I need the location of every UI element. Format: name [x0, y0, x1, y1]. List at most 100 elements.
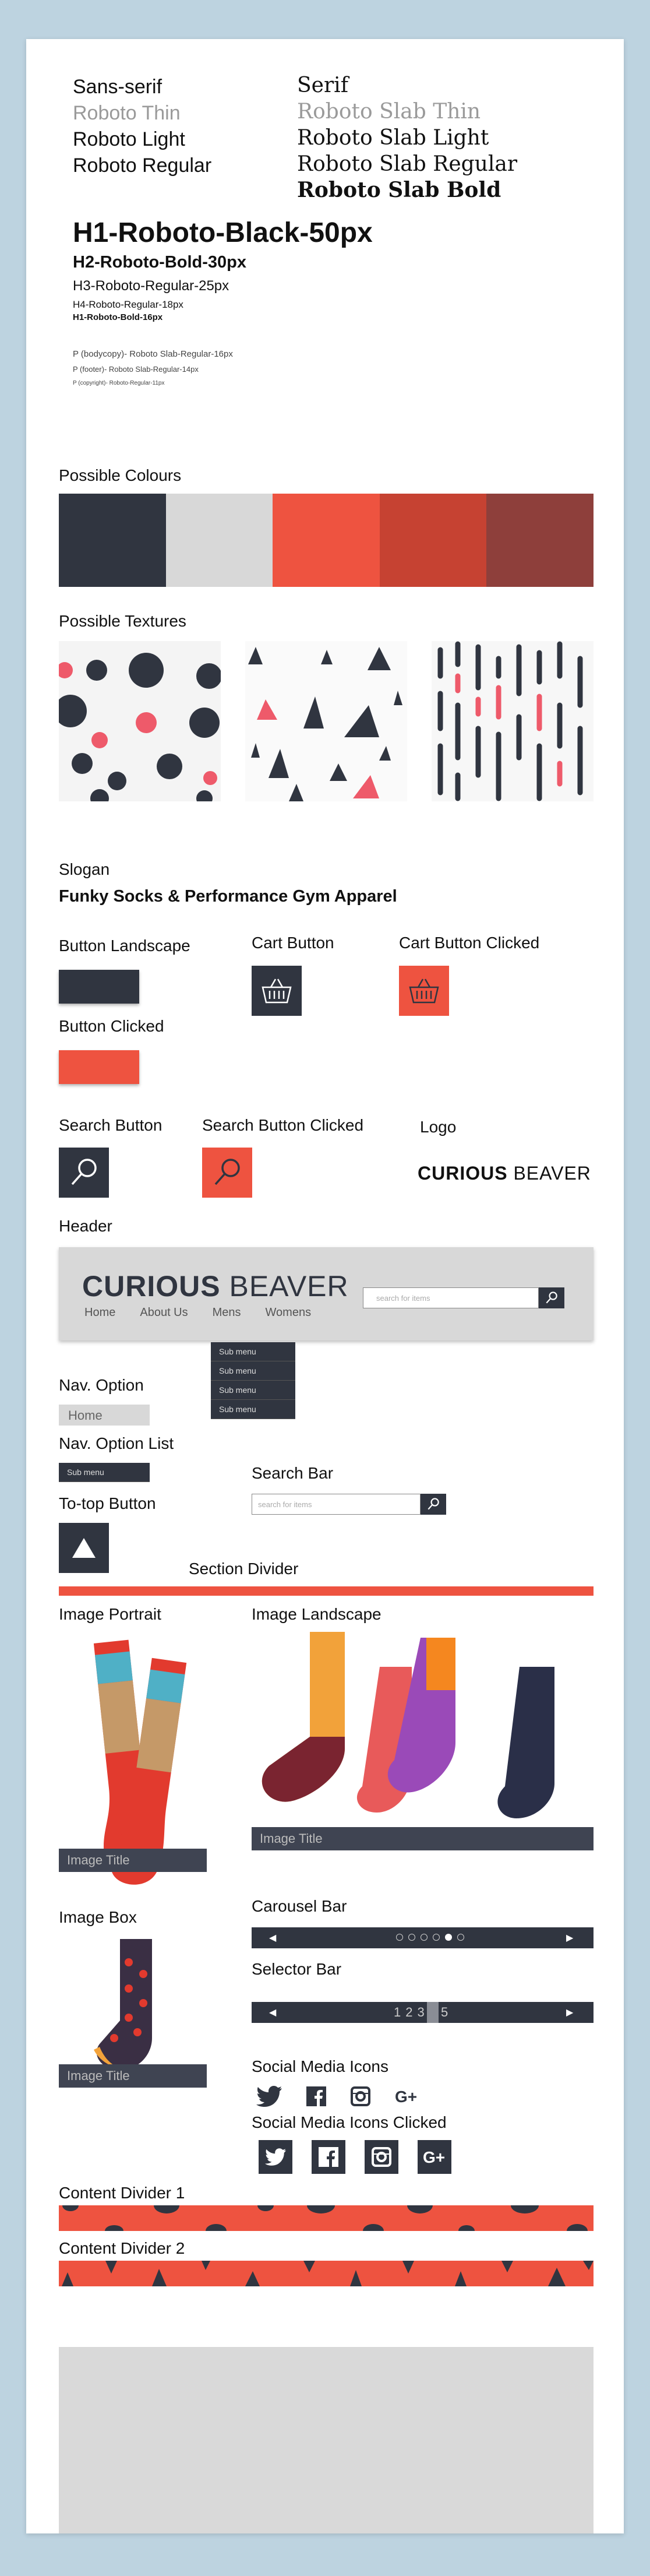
content-divider-2 [59, 2261, 594, 2286]
nav-option-list-label: Nav. Option List [59, 1434, 174, 1452]
social-icons-clicked-label: Social Media Icons Clicked [252, 2113, 447, 2131]
selector-bar-label: Selector Bar [252, 1960, 342, 1978]
p-body-sample: P (bodycopy)- Roboto Slab-Regular-16px [73, 349, 233, 359]
colours-label: Possible Colours [59, 466, 182, 484]
submenu-item[interactable]: Sub menu [211, 1361, 295, 1381]
twitter-icon[interactable] [256, 2086, 282, 2107]
search-bar-input[interactable]: search for items [252, 1494, 421, 1515]
h4-sample: H4-Roboto-Regular-18px [73, 299, 183, 310]
selector-next-icon[interactable]: ▶ [566, 2007, 573, 2018]
facebook-icon-clicked[interactable] [312, 2140, 345, 2174]
dot-texture [59, 641, 221, 801]
carousel-next-icon[interactable]: ▶ [566, 1932, 573, 1944]
submenu-item[interactable]: Sub menu [211, 1381, 295, 1400]
to-top-label: To-top Button [59, 1494, 156, 1512]
sans-heading: Sans-serif [73, 76, 162, 98]
colour-swatches [59, 494, 594, 587]
svg-text:G+: G+ [395, 2088, 417, 2105]
instagram-icon[interactable] [351, 2086, 370, 2106]
textures-label: Possible Textures [59, 612, 186, 630]
serif-thin-sample: Roboto Slab Thin [297, 100, 481, 124]
button-clicked-label: Button Clicked [59, 1017, 164, 1035]
magnifier-icon [214, 1159, 240, 1185]
sans-regular-sample: Roboto Regular [73, 154, 212, 177]
serif-samples: Serif Roboto Slab Thin Roboto Slab Light… [297, 72, 517, 203]
logo: CURIOUS BEAVER [418, 1163, 591, 1184]
magnifier-icon [546, 1291, 557, 1304]
twitter-icon-clicked[interactable] [259, 2140, 292, 2174]
search-button-label: Search Button [59, 1116, 162, 1134]
social-icons-clicked: G+ [259, 2140, 451, 2174]
nav-link[interactable]: Mens [213, 1306, 241, 1319]
header-preview: CURIOUS BEAVER Home About Us Mens Womens se… [59, 1247, 594, 1340]
header-logo[interactable]: CURIOUS BEAVER [82, 1269, 349, 1303]
selector-bar: ◀ 12345 ▶ [252, 2002, 594, 2023]
search-button[interactable] [59, 1148, 109, 1198]
logo-bold: CURIOUS [418, 1163, 508, 1184]
social-icons-label: Social Media Icons [252, 2057, 389, 2075]
header-logo-light: BEAVER [229, 1270, 349, 1303]
search-button-clicked-label: Search Button Clicked [202, 1116, 364, 1134]
nav-link[interactable]: About Us [140, 1306, 188, 1319]
carousel-bar-label: Carousel Bar [252, 1897, 347, 1915]
cart-button-label: Cart Button [252, 934, 334, 952]
carousel-dot[interactable] [408, 1934, 415, 1941]
selector-page[interactable]: 1 [391, 2002, 403, 2023]
p-footer-sample: P (footer)- Roboto Slab-Regular-14px [73, 365, 199, 374]
carousel-dot[interactable] [457, 1934, 464, 1941]
footer-placeholder [59, 2347, 594, 2533]
colour-swatch [59, 494, 166, 587]
h3-sample: H3-Roboto-Regular-25px [73, 278, 229, 294]
selector-page-active[interactable]: 4 [426, 2002, 439, 2023]
slogan-text: Funky Socks & Performance Gym Apparel [59, 887, 397, 906]
serif-heading: Serif [297, 73, 349, 97]
image-box-label: Image Box [59, 1908, 137, 1926]
nav-option-home[interactable]: Home [59, 1405, 150, 1426]
selector-prev-icon[interactable]: ◀ [269, 2007, 276, 2018]
submenu-item[interactable]: Sub menu [211, 1400, 295, 1419]
selector-pages: 12345 [391, 2002, 450, 2023]
search-button-clicked[interactable] [202, 1148, 252, 1198]
button-landscape-label: Button Landscape [59, 937, 190, 955]
cart-button[interactable] [252, 966, 302, 1016]
submenu-dropdown: Sub menu Sub menu Sub menu Sub menu [211, 1342, 295, 1419]
h2-sample: H2-Roboto-Bold-30px [73, 253, 247, 272]
sans-serif-samples: Sans-serif Roboto Thin Roboto Light Robo… [73, 74, 211, 179]
header-search-button[interactable] [539, 1287, 564, 1308]
image-portrait-label: Image Portrait [59, 1605, 161, 1623]
nav-option-list-item[interactable]: Sub menu [59, 1463, 150, 1482]
landscape-image-title: Image Title [252, 1827, 594, 1850]
selector-page[interactable]: 2 [403, 2002, 415, 2023]
nav-link[interactable]: Womens [266, 1306, 312, 1319]
search-bar-button[interactable] [421, 1494, 446, 1515]
landscape-socks-image [252, 1632, 594, 1821]
carousel-prev-icon[interactable]: ◀ [269, 1932, 276, 1944]
nav-link[interactable]: Home [84, 1306, 115, 1319]
facebook-icon[interactable] [306, 2086, 326, 2106]
google-plus-icon[interactable]: G+ [395, 2088, 418, 2105]
box-image-title: Image Title [59, 2064, 207, 2088]
cart-button-clicked[interactable] [399, 966, 449, 1016]
search-bar-label: Search Bar [252, 1464, 334, 1482]
carousel-dot[interactable] [433, 1934, 440, 1941]
header-search-input[interactable]: search for items [363, 1287, 539, 1308]
colour-swatch [379, 494, 487, 587]
sans-thin-sample: Roboto Thin [73, 102, 181, 124]
logo-label: Logo [420, 1118, 457, 1136]
carousel-dot-active[interactable] [445, 1934, 452, 1941]
to-top-button[interactable] [59, 1523, 109, 1573]
selector-page[interactable]: 3 [415, 2002, 427, 2023]
section-divider-label: Section Divider [189, 1560, 299, 1578]
google-plus-icon-clicked[interactable]: G+ [418, 2140, 451, 2174]
submenu-item[interactable]: Sub menu [211, 1342, 295, 1361]
clicked-button[interactable] [59, 1050, 139, 1084]
nav-option-label: Nav. Option [59, 1376, 144, 1394]
content-divider-1 [59, 2205, 594, 2231]
selector-page[interactable]: 5 [439, 2002, 450, 2023]
instagram-icon-clicked[interactable] [365, 2140, 398, 2174]
carousel-dot[interactable] [396, 1934, 403, 1941]
carousel-dot[interactable] [421, 1934, 428, 1941]
landscape-button[interactable] [59, 970, 139, 1004]
cart-button-clicked-label: Cart Button Clicked [399, 934, 540, 952]
facebook-icon [319, 2147, 338, 2167]
